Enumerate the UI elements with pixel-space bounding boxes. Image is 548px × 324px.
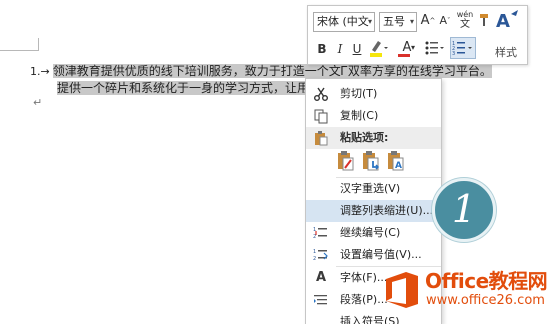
menu-item-font[interactable]: A 字体(F)... (306, 267, 441, 289)
grow-font-button[interactable]: A^ (420, 12, 436, 32)
chevron-down-icon: ▾ (411, 43, 416, 52)
menu-item-label: 插入符号(S) (340, 315, 400, 324)
selected-text[interactable]: 领津教育提供优质的线下培训服务，致力于打造一个文Ꮁ双率方享的在线学习平台。 (52, 64, 492, 78)
paste-keep-source-formatting-button[interactable] (336, 149, 358, 173)
menu-item-label: 设置编号值(V)... (340, 248, 422, 261)
svg-text:1: 1 (313, 249, 316, 255)
menu-item-reconversion[interactable]: 汉字重选(V) (306, 178, 441, 200)
svg-text:2: 2 (313, 256, 316, 262)
italic-button[interactable]: I (333, 40, 347, 60)
highlight-color-button[interactable] (368, 38, 390, 58)
svg-text:A: A (395, 161, 402, 171)
svg-text:A: A (496, 11, 510, 32)
menu-item-label: 继续编号(C) (340, 226, 401, 239)
watermark-url: www.office26.com (426, 293, 545, 308)
paste-merge-formatting-icon (363, 151, 380, 171)
numbered-list-icon: 123 (452, 41, 472, 57)
margin-corner-mark (38, 38, 39, 51)
underline-button[interactable]: U (350, 40, 364, 60)
numbering-button[interactable]: 123 (450, 37, 476, 59)
bold-icon: B (317, 42, 327, 56)
menu-item-label: 字体(F)... (340, 271, 388, 284)
menu-item-set-numbering-value[interactable]: 12 设置编号值(V)... (306, 244, 441, 266)
format-painter-button[interactable] (476, 12, 492, 32)
menu-item-insert-symbol[interactable]: 插入符号(S) (306, 311, 441, 324)
menu-item-copy[interactable]: 复制(C) (306, 105, 441, 127)
set-numbering-value-icon: 12 (313, 247, 329, 263)
paste-options-label: 粘贴选项: (340, 131, 389, 144)
margin-corner-mark (0, 50, 38, 51)
selected-text[interactable]: 提供一个碎片和系统化于一身的学习方式，让用户可以 (57, 81, 346, 95)
chevron-down-icon: ▾ (409, 17, 414, 26)
bold-button[interactable]: B (315, 40, 329, 60)
paragraph-mark: ↵ (33, 96, 43, 109)
font-name-select[interactable]: 宋体 (中文 ▾ (313, 12, 375, 32)
paste-text-only-button[interactable]: A (386, 149, 408, 173)
highlighter-icon (370, 41, 388, 57)
scissors-icon (313, 86, 329, 102)
menu-item-label: 剪切(T) (340, 87, 378, 100)
paste-options-header: 粘贴选项: (306, 127, 441, 149)
paste-text-only-icon: A (388, 151, 404, 171)
paste-merge-formatting-button[interactable] (361, 149, 383, 173)
phonetic-guide-icon: wén (456, 10, 474, 19)
bullets-button[interactable] (424, 38, 446, 58)
menu-item-label: 复制(C) (340, 109, 379, 122)
menu-item-paragraph[interactable]: 段落(P)... (306, 289, 441, 311)
font-size-select[interactable]: 五号 ▾ (379, 12, 417, 32)
chevron-down-icon: ▾ (367, 17, 372, 26)
svg-text:3: 3 (452, 51, 455, 57)
menu-item-label: 段落(P)... (340, 293, 388, 306)
office-logo-icon (386, 272, 418, 308)
menu-item-continue-numbering[interactable]: 12 继续编号(C) (306, 222, 441, 244)
font-icon: A (315, 270, 327, 285)
list-number: 1.→ (30, 65, 50, 78)
paste-keep-formatting-icon (338, 151, 354, 171)
menu-item-label: 汉字重选(V) (340, 182, 401, 195)
paragraph-icon (313, 292, 329, 308)
styles-icon: A (496, 10, 518, 32)
italic-icon: I (337, 42, 343, 56)
bullet-list-icon (425, 41, 444, 55)
shrink-font-button[interactable]: Aˇ (438, 12, 452, 32)
grow-font-icon: A (420, 13, 430, 28)
menu-item-label: 调整列表缩进(U)... (340, 204, 434, 217)
menu-item-cut[interactable]: 剪切(T) (306, 83, 441, 105)
shrink-font-icon: A (439, 14, 448, 27)
styles-label: 样式 (495, 46, 517, 59)
underline-icon: U (352, 42, 362, 56)
list-item-line-2[interactable]: 提供一个碎片和系统化于一身的学习方式，让用户可以 (57, 80, 346, 96)
step-number-badge: 1 (432, 178, 496, 242)
font-size-value: 五号 (383, 15, 405, 28)
watermark-title: Office教程网 (425, 269, 548, 293)
font-color-swatch (398, 54, 410, 57)
font-name-value: 宋体 (中文 (317, 15, 369, 28)
font-color-button[interactable]: A ▾ (396, 38, 418, 58)
styles-button[interactable]: A (494, 8, 522, 36)
format-painter-icon (480, 14, 488, 26)
mini-toolbar: 宋体 (中文 ▾ 五号 ▾ A^ Aˇ wén 文 A B I U A ▾ 123… (307, 5, 528, 65)
copy-icon (313, 108, 329, 124)
continue-numbering-icon: 12 (313, 225, 329, 241)
paste-icon (313, 130, 329, 154)
phonetic-guide-button[interactable]: wén 文 (454, 10, 476, 30)
context-menu: 剪切(T) 复制(C) 粘贴选项: A 汉字重选(V) 调整列表缩进(U)...… (305, 78, 442, 324)
menu-item-adjust-list-indents[interactable]: 调整列表缩进(U)... (306, 200, 441, 222)
